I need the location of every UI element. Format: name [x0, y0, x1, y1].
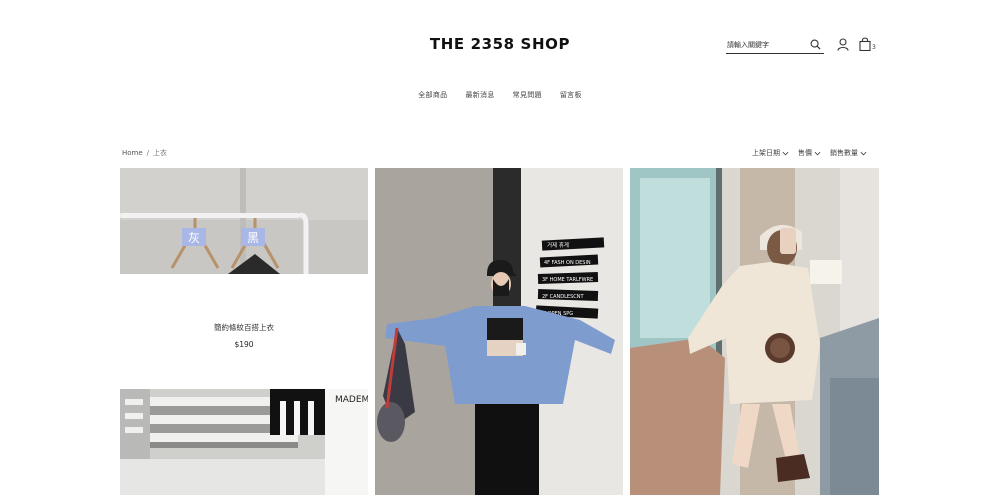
hanger-tag-black: 黑	[241, 228, 265, 246]
nav-item-all-products[interactable]: 全部商品	[418, 90, 447, 100]
sweater-print-text: MADEM	[335, 395, 368, 405]
chevron-down-icon	[860, 151, 867, 155]
breadcrumb: Home / 上衣	[122, 148, 167, 158]
product-image-cream-knit[interactable]	[630, 168, 879, 495]
sort-by-sales[interactable]: 銷售數量	[830, 148, 867, 158]
breadcrumb-current: 上衣	[153, 149, 168, 157]
product-image-denim-jacket[interactable]: 거제 휴게 4F FASH ON DESIN 3F HOME TARLFWRE …	[375, 168, 623, 495]
product-image-striped-top[interactable]: 灰 黑	[120, 168, 368, 274]
sort-by-price[interactable]: 售價	[798, 148, 821, 158]
sort-by-sales-label: 銷售數量	[830, 149, 858, 157]
store-sign-line-2: 4F FASH ON DESIN	[544, 260, 591, 266]
hanger-tag-black-text: 黑	[247, 231, 259, 245]
search-icon[interactable]	[810, 39, 821, 50]
nav-item-news[interactable]: 最新消息	[465, 90, 494, 100]
nav-item-guestbook[interactable]: 留言板	[560, 90, 582, 100]
hanger-tag-gray: 灰	[182, 228, 206, 246]
product-price: $190	[234, 340, 254, 349]
breadcrumb-home[interactable]: Home	[122, 149, 143, 157]
sort-by-date[interactable]: 上架日期	[752, 148, 789, 158]
sort-by-price-label: 售價	[798, 149, 812, 157]
product-name[interactable]: 簡約條紋百搭上衣	[120, 322, 368, 333]
shop-logo[interactable]: THE 2358 SHOP	[0, 35, 1000, 53]
store-sign-line-4: 2F CANDLESCNT	[542, 294, 584, 300]
cart-count-badge: 3	[872, 44, 876, 51]
search-box[interactable]	[726, 37, 824, 54]
user-icon[interactable]	[837, 38, 849, 51]
hanger-tag-gray-text: 灰	[188, 231, 200, 245]
product-image-striped-sweater[interactable]: MADEM	[120, 389, 368, 495]
breadcrumb-separator: /	[146, 149, 150, 157]
chevron-down-icon	[814, 151, 821, 155]
main-nav: 全部商品 最新消息 常見問題 留言板	[0, 90, 1000, 100]
cart-icon[interactable]	[859, 37, 871, 51]
sort-by-date-label: 上架日期	[752, 149, 780, 157]
nav-item-faq[interactable]: 常見問題	[513, 90, 542, 100]
store-sign-line-3: 3F HOME TARLFWRE	[542, 277, 593, 283]
store-sign-line-1: 거제 휴게	[547, 241, 569, 249]
product-info: 簡約條紋百搭上衣 $190	[120, 274, 368, 389]
chevron-down-icon	[782, 151, 789, 155]
search-input[interactable]	[727, 37, 805, 52]
sort-controls: 上架日期 售價 銷售數量	[752, 148, 867, 158]
